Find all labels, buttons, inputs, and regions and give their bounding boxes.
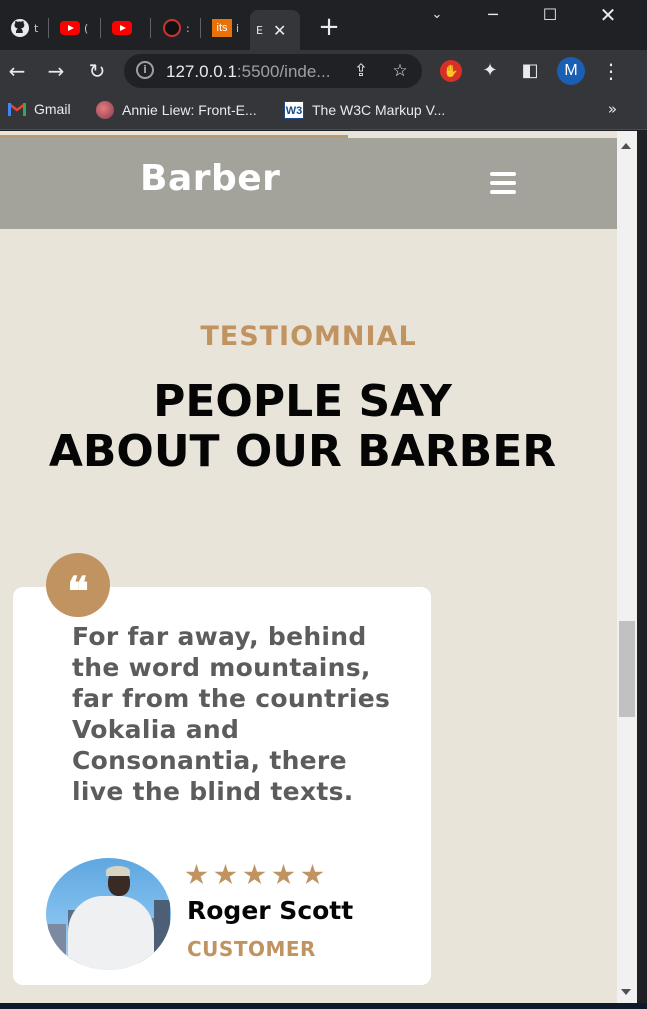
bookmark-star-icon[interactable]: ☆ [387,58,413,84]
quote-icon: ❝ [46,553,110,617]
share-icon[interactable]: ⇪ [348,58,374,84]
site-icon [162,18,182,38]
tab-label: i [236,21,240,35]
customer-role: CUSTOMER [187,937,316,961]
close-window-icon[interactable]: ✕ [588,0,628,30]
page-scrollbar[interactable] [617,131,637,1003]
section-heading: PEOPLE SAY ABOUT OUR BARBER [0,377,605,477]
rating-stars [185,864,324,886]
tab-youtube-1[interactable]: ( [54,10,94,46]
scroll-up-icon[interactable] [621,143,631,149]
tab-active[interactable]: E ✕ [250,10,300,50]
reload-icon[interactable]: ↻ [82,56,112,86]
customer-name: Roger Scott [187,896,354,925]
bookmark-annie-liew[interactable]: Annie Liew: Front-E... [96,101,257,119]
tab-separator [48,18,49,38]
star-icon [243,864,266,885]
site-header: Barber [0,138,617,229]
its-icon: its [212,18,232,38]
youtube-icon [112,18,132,38]
new-tab-button[interactable]: + [314,12,344,42]
tab-label: ( [84,21,89,35]
profile-avatar[interactable]: M [557,57,585,85]
star-icon [185,864,208,885]
page-viewport: Barber TESTIOMNIAL PEOPLE SAY ABOUT OUR … [0,131,617,1003]
url-text[interactable]: 127.0.0.1:5500/inde... [166,62,330,82]
gmail-icon [8,102,26,116]
scroll-down-icon[interactable] [621,989,631,995]
tab-github[interactable]: t [4,10,44,46]
menu-kebab-icon[interactable]: ⋮ [596,56,626,86]
bookmarks-more-icon[interactable]: » [608,100,617,118]
site-logo[interactable]: Barber [140,158,280,199]
star-icon [214,864,237,885]
tab-strip: t ( : its i E ✕ + ⌄ ─ ☐ ✕ [0,0,647,50]
taskbar-edge [0,1003,647,1009]
scrollbar-thumb[interactable] [619,621,635,717]
minimize-icon[interactable]: ─ [473,0,513,30]
annie-icon [96,101,114,119]
youtube-icon [60,18,80,38]
tab-separator [150,18,151,38]
side-panel-icon[interactable]: ◧ [515,56,545,86]
w3c-icon: W3 [284,101,304,119]
tab-site[interactable]: : [156,10,196,46]
customer-avatar [46,858,171,970]
tab-youtube-2[interactable] [106,10,142,46]
tab-label: t [34,21,39,35]
section-eyebrow: TESTIOMNIAL [200,321,417,352]
tab-label: : [186,21,190,35]
heading-line-1: PEOPLE SAY [153,376,452,427]
github-icon [10,18,30,38]
heading-line-2: ABOUT OUR BARBER [48,426,557,477]
back-icon[interactable]: ← [2,56,32,86]
extension-block-icon[interactable]: ✋ [440,60,462,82]
address-bar[interactable]: i 127.0.0.1:5500/inde... ⇪ ☆ [124,54,422,88]
tab-search-icon[interactable]: ⌄ [417,0,457,30]
tab-its[interactable]: its i [206,10,245,46]
testimonial-quote: For far away, behind the word mountains,… [72,622,391,806]
forward-icon[interactable]: → [41,56,71,86]
star-icon [272,864,295,885]
hamburger-menu-icon[interactable] [490,172,518,196]
extensions-puzzle-icon[interactable]: ✦ [475,56,505,86]
window-frame [637,131,647,1009]
maximize-icon[interactable]: ☐ [530,0,570,30]
bookmark-w3c[interactable]: W3 The W3C Markup V... [284,101,445,119]
browser-toolbar: ← → ↻ i 127.0.0.1:5500/inde... ⇪ ☆ ✋ ✦ ◧… [0,50,647,92]
tab-label: E [256,23,263,37]
bookmarks-bar: Gmail Annie Liew: Front-E... W3 The W3C … [0,92,647,130]
bookmark-gmail[interactable]: Gmail [8,101,71,117]
tab-separator [200,18,201,38]
info-icon[interactable]: i [136,61,154,79]
tab-separator [100,18,101,38]
close-icon[interactable]: ✕ [273,21,286,40]
star-icon [301,864,324,885]
